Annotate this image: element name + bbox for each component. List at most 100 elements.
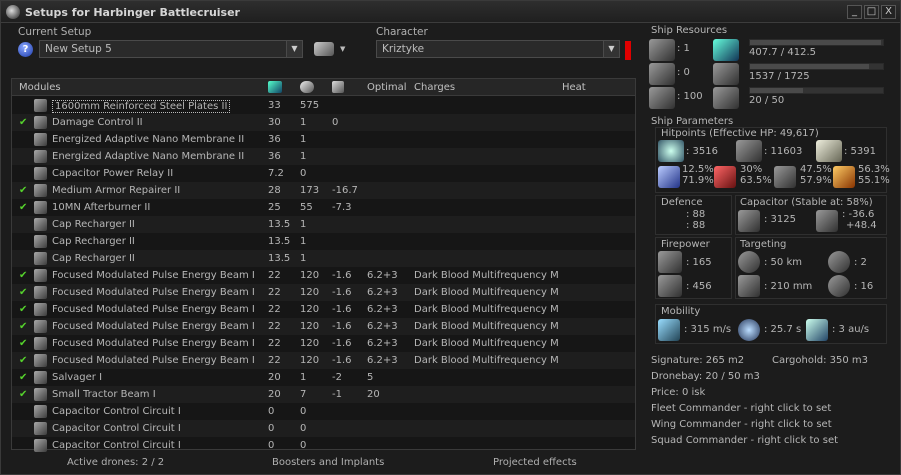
squad-commander-slot[interactable]: Squad Commander - right click to set	[651, 435, 838, 446]
defence-section: Defence : 88 : 88	[655, 195, 732, 235]
table-row[interactable]: ✔ Focused Modulated Pulse Energy Beam I 22…	[12, 301, 635, 318]
thermal-resist-shield: 30%	[740, 164, 763, 175]
module-active-check-icon[interactable]: ✔	[19, 389, 27, 400]
module-icon	[34, 405, 47, 418]
table-row[interactable]: 1600mm Reinforced Steel Plates II 33 575	[12, 97, 635, 114]
capacitor-section: Capacitor (Stable at: 58%) : 3125 : -36.…	[735, 195, 887, 235]
fleet-commander-slot[interactable]: Fleet Commander - right click to set	[651, 403, 831, 414]
module-icon	[34, 422, 47, 435]
cpu-value: 407.7 / 412.5	[749, 47, 816, 58]
module-active-check-icon[interactable]: ✔	[19, 117, 27, 128]
module-active-check-icon[interactable]: ✔	[19, 338, 27, 349]
module-powergrid: 0	[300, 423, 307, 434]
table-row[interactable]: ✔ Small Tractor Beam I 20 7 -1 20	[12, 386, 635, 403]
em-resist-armor: 71.9%	[682, 175, 714, 186]
module-name: Capacitor Control Circuit I	[52, 440, 181, 451]
capacitor-value: : 3125	[764, 214, 796, 225]
module-powergrid: 0	[300, 168, 307, 179]
module-active-check-icon[interactable]: ✔	[19, 304, 27, 315]
module-charges: Dark Blood Multifrequency M	[414, 304, 559, 315]
maximize-button[interactable]: □	[864, 5, 879, 19]
module-active-check-icon[interactable]: ✔	[19, 355, 27, 366]
table-row[interactable]: Capacitor Control Circuit I 0 0	[12, 437, 635, 454]
table-row[interactable]: Capacitor Control Circuit I 0 0	[12, 403, 635, 420]
table-row[interactable]: ✔ Focused Modulated Pulse Energy Beam I 22…	[12, 335, 635, 352]
module-optimal: 20	[367, 389, 380, 400]
module-active-check-icon[interactable]: ✔	[19, 185, 27, 196]
launcher-icon	[649, 63, 675, 85]
app-icon	[6, 5, 20, 19]
close-button[interactable]: X	[881, 5, 896, 19]
table-row[interactable]: ✔ Medium Armor Repairer II 28 173 -16.7	[12, 182, 635, 199]
wing-commander-slot[interactable]: Wing Commander - right click to set	[651, 419, 832, 430]
col-charges[interactable]: Charges	[414, 82, 455, 93]
table-row[interactable]: ✔ 10MN Afterburner II 25 55 -7.3	[12, 199, 635, 216]
module-active-check-icon[interactable]: ✔	[19, 372, 27, 383]
module-icon	[34, 116, 47, 129]
module-active-check-icon[interactable]: ✔	[19, 287, 27, 298]
title-bar[interactable]: Setups for Harbinger Battlecruiser _ □ X	[1, 1, 900, 23]
module-capacitor: -7.3	[332, 202, 352, 213]
table-row[interactable]: ✔ Focused Modulated Pulse Energy Beam I 22…	[12, 318, 635, 335]
table-row[interactable]: Capacitor Power Relay II 7.2 0	[12, 165, 635, 182]
table-row[interactable]: Capacitor Control Circuit I 0 0	[12, 420, 635, 437]
help-icon[interactable]: ?	[18, 42, 33, 57]
module-cpu: 0	[268, 406, 275, 417]
capacitor-column-icon[interactable]	[332, 81, 344, 93]
table-row[interactable]: ✔ Damage Control II 30 1 0	[12, 114, 635, 131]
module-name: Energized Adaptive Nano Membrane II	[52, 134, 245, 145]
firepower-value-a: : 165	[686, 257, 712, 268]
setup-dropdown[interactable]: New Setup 5 ▼	[39, 40, 303, 58]
module-cpu: 33	[268, 100, 281, 111]
setup-menu-chevron-icon[interactable]: ▼	[340, 45, 345, 53]
table-row[interactable]: Cap Recharger II 13.5 1	[12, 250, 635, 267]
module-active-check-icon[interactable]: ✔	[19, 321, 27, 332]
table-row[interactable]: Cap Recharger II 13.5 1	[12, 216, 635, 233]
module-name: Energized Adaptive Nano Membrane II	[52, 151, 245, 162]
module-name: Damage Control II	[52, 117, 143, 128]
col-modules[interactable]: Modules	[19, 82, 61, 93]
table-row[interactable]: Cap Recharger II 13.5 1	[12, 233, 635, 250]
table-row[interactable]: ✔ Focused Modulated Pulse Energy Beam I 22…	[12, 352, 635, 369]
col-optimal[interactable]: Optimal	[367, 82, 407, 93]
explosive-resist-icon	[833, 166, 855, 188]
powergrid-bar-fill	[750, 64, 869, 69]
module-icon	[34, 150, 47, 163]
setup-menu-icon[interactable]	[314, 42, 334, 56]
minimize-button[interactable]: _	[847, 5, 862, 19]
module-name: Focused Modulated Pulse Energy Beam I	[52, 287, 255, 298]
firepower-section: Firepower : 165 : 456	[655, 237, 732, 299]
powergrid-column-icon[interactable]	[300, 81, 314, 93]
projected-effects-link[interactable]: Projected effects	[493, 457, 577, 468]
module-icon	[34, 371, 47, 384]
module-name: Focused Modulated Pulse Energy Beam I	[52, 270, 255, 281]
character-dropdown[interactable]: Kriztyke ▼	[376, 40, 620, 58]
calibration-value: : 100	[677, 91, 703, 102]
module-capacitor: -1.6	[332, 355, 352, 366]
firepower-value-b: : 456	[686, 281, 712, 292]
module-name: Focused Modulated Pulse Energy Beam I	[52, 304, 255, 315]
turret-icon	[649, 39, 675, 61]
ship-parameters-title: Ship Parameters	[651, 116, 734, 127]
cap-delta-a: : -36.6	[842, 209, 875, 220]
defence-title: Defence	[661, 197, 703, 208]
shield-icon	[658, 140, 684, 162]
module-powergrid: 1	[300, 151, 307, 162]
module-active-check-icon[interactable]: ✔	[19, 202, 27, 213]
mobility-section: Mobility : 315 m/s : 25.7 s : 3 au/s	[655, 304, 887, 344]
col-heat[interactable]: Heat	[562, 82, 586, 93]
table-row[interactable]: Energized Adaptive Nano Membrane II 36 1	[12, 131, 635, 148]
table-row[interactable]: ✔ Focused Modulated Pulse Energy Beam I 22…	[12, 284, 635, 301]
cpu-column-icon[interactable]	[268, 81, 282, 93]
table-row[interactable]: Energized Adaptive Nano Membrane II 36 1	[12, 148, 635, 165]
active-drones-link[interactable]: Active drones: 2 / 2	[67, 457, 164, 468]
module-name: Cap Recharger II	[52, 253, 135, 264]
thermal-resist-icon	[714, 166, 736, 188]
module-active-check-icon[interactable]: ✔	[19, 270, 27, 281]
velocity-icon	[658, 319, 680, 341]
cap-delta-icon	[816, 210, 838, 232]
table-row[interactable]: ✔ Focused Modulated Pulse Energy Beam I 22…	[12, 267, 635, 284]
module-icon	[34, 337, 47, 350]
table-row[interactable]: ✔ Salvager I 20 1 -2 5	[12, 369, 635, 386]
boosters-implants-link[interactable]: Boosters and Implants	[272, 457, 384, 468]
